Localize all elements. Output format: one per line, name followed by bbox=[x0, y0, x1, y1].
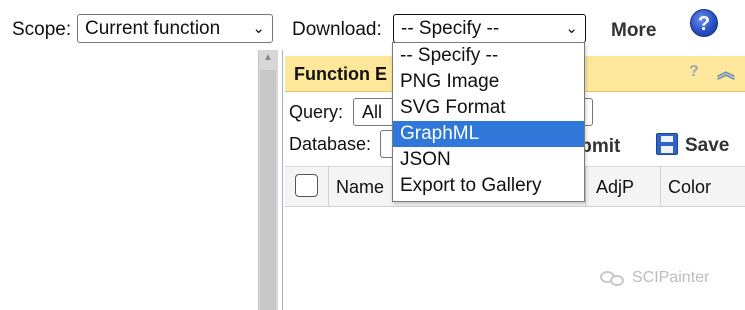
query-select-value: All bbox=[362, 102, 383, 122]
menu-item-export-gallery[interactable]: Export to Gallery bbox=[393, 173, 584, 199]
scrollbar-thumb[interactable] bbox=[260, 70, 276, 310]
download-select[interactable]: -- Specify -- ⌄ bbox=[393, 14, 586, 43]
scope-select[interactable]: Current function ⌄ bbox=[77, 14, 273, 43]
save-button[interactable]: Save bbox=[685, 135, 729, 157]
menu-item-svg[interactable]: SVG Format bbox=[393, 95, 584, 121]
column-divider bbox=[328, 166, 329, 207]
chevron-down-icon: ⌄ bbox=[252, 20, 265, 37]
help-icon[interactable]: ? bbox=[690, 9, 718, 37]
menu-item-graphml[interactable]: GraphML bbox=[393, 121, 584, 147]
scroll-up-arrow-icon[interactable]: ▲ bbox=[258, 52, 278, 68]
collapse-icon[interactable]: ︽ bbox=[717, 58, 735, 84]
download-dropdown-menu: -- Specify -- PNG Image SVG Format Graph… bbox=[392, 42, 585, 202]
column-header-name[interactable]: Name bbox=[336, 177, 384, 198]
column-divider bbox=[585, 166, 586, 207]
column-header-adjp[interactable]: AdjP bbox=[596, 177, 634, 198]
pane-divider bbox=[282, 50, 283, 310]
column-header-color[interactable]: Color bbox=[668, 177, 711, 198]
panel-help-icon[interactable]: ? bbox=[689, 63, 699, 81]
more-button[interactable]: More bbox=[611, 20, 656, 42]
scope-select-value: Current function bbox=[85, 18, 221, 39]
scope-label: Scope: bbox=[12, 19, 72, 40]
download-label: Download: bbox=[292, 19, 382, 40]
download-select-value: -- Specify -- bbox=[401, 18, 500, 39]
select-all-checkbox[interactable] bbox=[295, 174, 318, 197]
chevron-down-icon: ⌄ bbox=[565, 20, 578, 37]
wechat-icon bbox=[600, 269, 626, 287]
save-icon[interactable] bbox=[656, 133, 678, 155]
menu-item-png[interactable]: PNG Image bbox=[393, 69, 584, 95]
menu-item-json[interactable]: JSON bbox=[393, 147, 584, 173]
query-label: Query: bbox=[289, 102, 344, 122]
watermark-text: SCIPainter bbox=[632, 269, 710, 286]
database-label: Database: bbox=[289, 134, 372, 154]
watermark: SCIPainter bbox=[600, 269, 709, 287]
column-divider bbox=[660, 166, 661, 207]
menu-item-specify[interactable]: -- Specify -- bbox=[393, 43, 584, 69]
panel-title: Function E bbox=[294, 64, 387, 84]
